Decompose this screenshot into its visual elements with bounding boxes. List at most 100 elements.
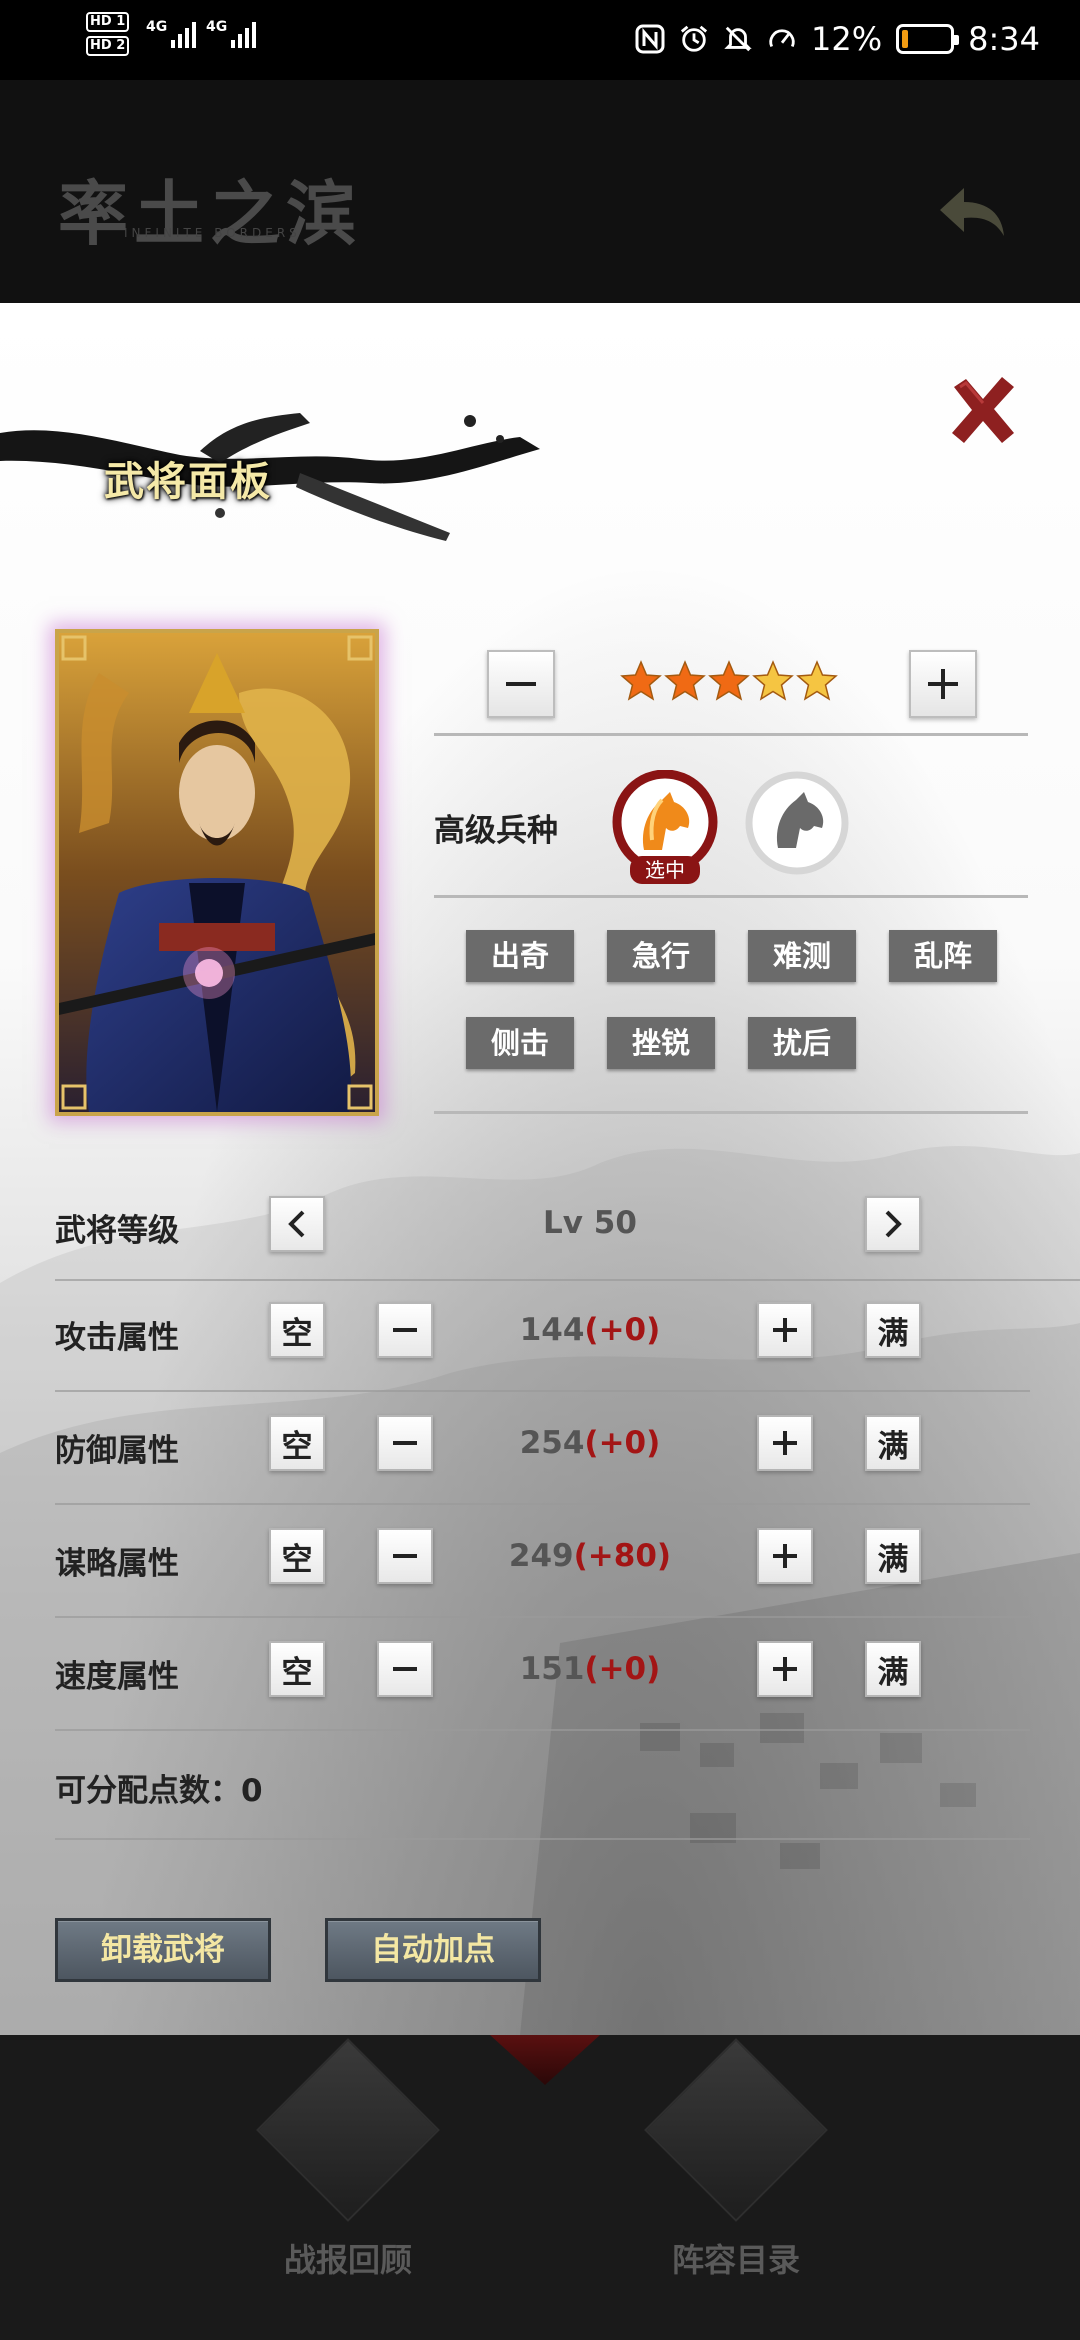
minus-icon: [393, 1441, 417, 1445]
plus-icon: [773, 1544, 797, 1568]
skill-tag[interactable]: 乱阵: [889, 930, 997, 982]
sim2-badge: HD 2: [86, 36, 130, 56]
stat-base: 144: [519, 1312, 585, 1348]
stat-decrease-button[interactable]: [377, 1641, 433, 1697]
row-divider: [55, 1503, 1030, 1505]
battery-fill: [902, 30, 908, 48]
troop-cavalry-alternate[interactable]: [744, 770, 850, 876]
stat-base: 151: [519, 1651, 585, 1687]
general-portrait: [55, 629, 379, 1116]
stat-increase-button[interactable]: [757, 1528, 813, 1584]
row-divider: [55, 1616, 1030, 1618]
troop-cavalry-selected[interactable]: 选中: [610, 769, 720, 884]
nav-lineup-catalog[interactable]: 阵容目录: [636, 2035, 836, 2281]
speedometer-icon: [767, 24, 797, 54]
stat-bonus: (+0): [584, 1312, 661, 1348]
stat-decrease-button[interactable]: [377, 1528, 433, 1584]
plus-icon: [773, 1318, 797, 1342]
mute-icon: [723, 24, 753, 54]
skill-tag[interactable]: 急行: [607, 930, 715, 982]
sim1-badge: HD 1: [86, 12, 130, 32]
stat-clear-button[interactable]: 空: [269, 1302, 325, 1358]
stat-label: 谋略属性: [55, 1546, 179, 1582]
stat-label: 防御属性: [55, 1433, 179, 1469]
level-increase-button[interactable]: [865, 1196, 921, 1252]
star-filled-icon: [708, 660, 750, 706]
divider: [434, 895, 1028, 898]
star-empty-icon: [796, 660, 838, 706]
selected-badge: 选中: [630, 856, 700, 884]
close-icon: [952, 377, 1014, 443]
minus-icon: [393, 1554, 417, 1558]
close-button[interactable]: [946, 373, 1020, 447]
stat-clear-button[interactable]: 空: [269, 1641, 325, 1697]
stat-value: 254(+0): [440, 1425, 740, 1461]
stat-max-button[interactable]: 满: [865, 1302, 921, 1358]
stat-base: 254: [519, 1425, 585, 1461]
stat-max-button[interactable]: 满: [865, 1528, 921, 1584]
stat-max-button[interactable]: 满: [865, 1641, 921, 1697]
stat-clear-button[interactable]: 空: [269, 1528, 325, 1584]
star-decrease-button[interactable]: [487, 650, 555, 718]
stat-label: 速度属性: [55, 1659, 179, 1695]
level-decrease-button[interactable]: [269, 1196, 325, 1252]
lineup-catalog-icon: [644, 2038, 828, 2222]
sim-indicators: HD 1 HD 2: [86, 12, 130, 56]
stat-base: 249: [508, 1538, 574, 1574]
alarm-icon: [679, 24, 709, 54]
panel-title: 武将面板: [104, 459, 272, 505]
back-arrow-icon[interactable]: [936, 184, 1008, 244]
row-divider: [55, 1279, 1080, 1281]
nav-battle-review[interactable]: 战报回顾: [248, 2035, 448, 2281]
nav-lineup-catalog-label: 阵容目录: [671, 2241, 800, 2279]
app-header: 率土之滨 INFINITE BORDERS: [0, 80, 1080, 305]
level-value: Lv 50: [543, 1205, 637, 1241]
stat-bonus: (+0): [584, 1651, 661, 1687]
plus-icon: [773, 1431, 797, 1455]
stat-label: 攻击属性: [55, 1320, 179, 1356]
skill-tag[interactable]: 挫锐: [607, 1017, 715, 1069]
skill-tag[interactable]: 扰后: [748, 1017, 856, 1069]
stat-increase-button[interactable]: [757, 1415, 813, 1471]
stat-decrease-button[interactable]: [377, 1302, 433, 1358]
general-panel: 武将面板 高级兵种 选中 出奇 急行 难测 乱阵 侧击 挫锐 扰后 武将等级 L…: [0, 303, 1080, 2035]
horse-gray-icon: [745, 771, 849, 875]
unequip-general-button[interactable]: 卸载武将: [55, 1918, 271, 1982]
skill-tag[interactable]: 出奇: [466, 930, 574, 982]
star-rating: [620, 660, 838, 706]
stat-value: 249(+80): [440, 1538, 740, 1574]
stat-clear-button[interactable]: 空: [269, 1415, 325, 1471]
battle-review-icon: [256, 2038, 440, 2222]
row-divider: [55, 1729, 1030, 1731]
stat-value: 144(+0): [440, 1312, 740, 1348]
minus-icon: [393, 1667, 417, 1671]
star-increase-button[interactable]: [909, 650, 977, 718]
stat-increase-button[interactable]: [757, 1641, 813, 1697]
signal-icon-2: 4G: [206, 18, 257, 48]
star-filled-icon: [620, 660, 662, 706]
skill-tag[interactable]: 难测: [748, 930, 856, 982]
signal-icon-1: 4G: [146, 18, 197, 48]
game-logo-subtitle: INFINITE BORDERS: [124, 226, 301, 240]
stat-bonus: (+0): [584, 1425, 661, 1461]
minus-icon: [506, 682, 536, 686]
star-empty-icon: [752, 660, 794, 706]
stat-bonus: (+80): [573, 1538, 672, 1574]
nfc-icon: [635, 24, 665, 54]
stat-max-button[interactable]: 满: [865, 1415, 921, 1471]
game-logo: 率土之滨: [58, 172, 362, 255]
stat-decrease-button[interactable]: [377, 1415, 433, 1471]
points-remaining: 可分配点数：0: [55, 1773, 263, 1809]
divider: [434, 1111, 1028, 1114]
chevron-right-icon: [885, 1210, 902, 1238]
bottom-nav: 战报回顾 阵容目录: [0, 2035, 1080, 2340]
battery-percent: 12%: [811, 20, 883, 58]
stat-increase-button[interactable]: [757, 1302, 813, 1358]
row-divider: [55, 1838, 1030, 1840]
level-label: 武将等级: [55, 1213, 179, 1249]
star-filled-icon: [664, 660, 706, 706]
skill-tag[interactable]: 侧击: [466, 1017, 574, 1069]
center-tab-marker: [490, 2035, 600, 2085]
auto-assign-button[interactable]: 自动加点: [325, 1918, 541, 1982]
row-divider: [55, 1390, 1030, 1392]
